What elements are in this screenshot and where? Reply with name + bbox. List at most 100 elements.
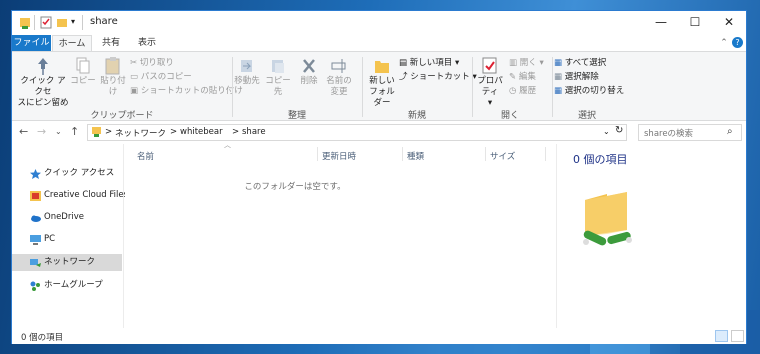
customize-qat-icon[interactable]: ▾ (71, 17, 75, 31)
nav-item-network[interactable]: ネットワーク (12, 254, 122, 271)
group-label-clipboard: クリップボード (90, 111, 154, 121)
copy-button[interactable]: コピー (70, 56, 96, 87)
tab-file[interactable]: ファイル (12, 35, 51, 51)
empty-folder-message: このフォルダーは空です。 (244, 182, 346, 192)
select-none-button[interactable]: ▦ 選択解除 (554, 71, 599, 83)
select-none-icon: ▦ (554, 72, 563, 82)
select-all-icon: ▦ (554, 58, 563, 68)
copy-to-label: コピー先 (265, 76, 291, 97)
breadcrumb-separator: > (232, 127, 240, 137)
creative-cloud-icon (30, 191, 41, 201)
shortcut-paste-icon: ▣ (130, 86, 139, 96)
path-icon: ▭ (130, 72, 139, 82)
move-to-icon (241, 60, 252, 72)
help-icon[interactable]: ? (732, 37, 743, 48)
new-folder-label-line1: 新しい (369, 76, 395, 86)
star-icon (30, 169, 41, 179)
paste-shortcut-button[interactable]: ▣ ショートカットの貼り付け (130, 85, 243, 97)
large-icons-view-icon[interactable] (731, 330, 744, 342)
pin-quick-access-button[interactable]: クイック アクセ スにピン留め (17, 56, 69, 109)
pin-label-line2: スにピン留め (17, 98, 69, 108)
nav-item-pc[interactable]: PC (12, 231, 122, 248)
properties-button[interactable]: プロパティ ▾ (473, 56, 507, 109)
explorer-window: ▾ share — ☐ ✕ ファイル ホーム 共有 表示 ⌃ ? クイック アク… (11, 10, 747, 344)
chevron-down-icon: ▾ (539, 58, 544, 68)
status-item-count: 0 個の項目 (21, 333, 64, 343)
tab-view[interactable]: 表示 (130, 35, 164, 51)
breadcrumb-separator: > (170, 127, 178, 137)
paste-button[interactable]: 貼り付け (97, 56, 129, 98)
move-to-button[interactable]: 移動先 (234, 56, 260, 87)
back-arrow-icon[interactable]: ← (19, 125, 28, 138)
column-header-size[interactable]: サイズ (490, 150, 515, 162)
open-icon: ▥ (509, 58, 518, 68)
shared-folder-icon (583, 192, 632, 246)
ribbon: クイック アクセ スにピン留め コピー 貼り付け ✂ 切り取り ▭ パスのコピー… (12, 51, 746, 121)
invert-selection-button[interactable]: ▦ 選択の切り替え (554, 85, 624, 97)
search-icon[interactable]: ⌕ (727, 126, 733, 137)
details-view-icon[interactable] (715, 330, 728, 342)
delete-icon (303, 59, 315, 73)
delete-label: 削除 (300, 76, 318, 86)
easy-access-button[interactable]: ⤴ ショートカット ▾ (399, 71, 477, 83)
nav-item-onedrive[interactable]: OneDrive (12, 209, 122, 226)
rename-label-line2: 変更 (330, 87, 348, 97)
properties-label: プロパティ (477, 76, 503, 97)
homegroup-icon (30, 281, 40, 291)
copy-to-button[interactable]: コピー先 (263, 56, 293, 98)
copy-path-button[interactable]: ▭ パスのコピー (130, 71, 192, 83)
group-label-open: 開く (500, 111, 519, 121)
column-header-name[interactable]: 名前 (137, 150, 154, 162)
breadcrumb-network[interactable]: ネットワーク (115, 127, 166, 139)
nav-item-creative-cloud[interactable]: Creative Cloud Files (12, 187, 128, 204)
forward-arrow-icon[interactable]: → (37, 125, 46, 138)
file-list[interactable]: ︿ 名前 更新日時 種類 サイズ このフォルダーは空です。 (125, 141, 555, 328)
breadcrumb-share[interactable]: share (242, 127, 266, 137)
close-button[interactable]: ✕ (712, 11, 746, 35)
recent-locations-icon[interactable]: ⌄ (55, 127, 62, 136)
cut-button[interactable]: ✂ 切り取り (130, 57, 174, 69)
paste-icon (105, 57, 120, 75)
window-title: share (90, 16, 118, 27)
nav-item-homegroup[interactable]: ホームグループ (12, 277, 122, 294)
minimize-button[interactable]: — (644, 11, 678, 35)
new-item-icon: ▤ (399, 58, 408, 68)
new-item-button[interactable]: ▤ 新しい項目 ▾ (399, 57, 459, 69)
delete-button[interactable]: 削除 (298, 56, 320, 87)
open-button[interactable]: ▥ 開く ▾ (509, 57, 544, 69)
pc-icon (30, 235, 41, 245)
collapse-ribbon-icon[interactable]: ⌃ (718, 35, 730, 51)
properties-icon (482, 57, 497, 74)
address-dropdown-icon[interactable]: ⌄ (603, 127, 610, 136)
address-bar[interactable]: > ネットワーク > whitebear > share ⌄ ↻ (87, 124, 627, 141)
title-bar: ▾ share — ☐ ✕ (12, 11, 746, 35)
history-button[interactable]: ◷ 履歴 (509, 85, 536, 97)
column-header-modified[interactable]: 更新日時 (322, 150, 356, 162)
nav-item-quick-access[interactable]: クイック アクセス (12, 165, 122, 182)
column-header-type[interactable]: 種類 (407, 150, 424, 162)
invert-selection-icon: ▦ (554, 86, 563, 96)
chevron-down-icon: ▾ (454, 58, 460, 68)
select-all-button[interactable]: ▦ すべて選択 (554, 57, 606, 69)
breadcrumb-whitebear[interactable]: whitebear (180, 127, 223, 137)
group-label-select: 選択 (577, 111, 596, 121)
tab-home[interactable]: ホーム (52, 35, 92, 51)
new-folder-quick-icon[interactable] (56, 16, 68, 30)
maximize-button[interactable]: ☐ (678, 11, 712, 35)
new-folder-icon (375, 61, 389, 73)
pin-icon (38, 58, 48, 75)
details-pane: 0 個の項目 (556, 144, 746, 328)
refresh-icon[interactable]: ↻ (615, 125, 623, 136)
rename-icon (331, 59, 346, 73)
edit-button[interactable]: ✎ 編集 (509, 71, 536, 83)
new-folder-button[interactable]: 新しい フォルダー (366, 56, 398, 109)
search-box[interactable]: shareの検索 ⌕ (638, 124, 742, 141)
details-item-count: 0 個の項目 (573, 153, 628, 166)
new-folder-label-line2: フォルダー (369, 87, 395, 108)
ribbon-tabs: ファイル ホーム 共有 表示 ⌃ ? (12, 35, 746, 51)
up-arrow-icon[interactable]: ↑ (70, 125, 79, 138)
properties-quick-icon[interactable] (40, 16, 52, 30)
tab-share[interactable]: 共有 (94, 35, 128, 51)
network-icon (30, 259, 41, 267)
rename-button[interactable]: 名前の 変更 (326, 56, 352, 98)
